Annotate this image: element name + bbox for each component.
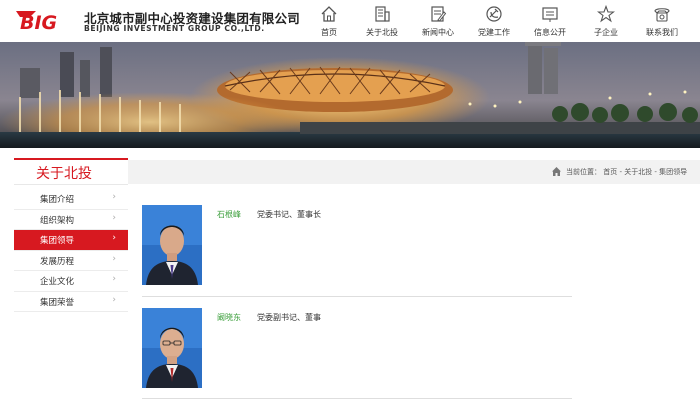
leader-card: 阚晓东 党委副书记、董事 [142, 308, 572, 401]
sidebar-item-history[interactable]: 发展历程 › [14, 251, 128, 271]
leader-name[interactable]: 阚晓东 [217, 312, 241, 323]
sidebar-menu: 集团介绍 › 组织架构 › 集团领导 › 发展历程 › 企业文化 › 集团荣誉 … [14, 189, 128, 312]
phone-icon [654, 8, 670, 22]
sidebar-accent-line [14, 158, 128, 160]
chevron-right-icon: › [112, 274, 116, 284]
breadcrumb-path[interactable]: 首页 - 关于北投 - 集团领导 [603, 168, 687, 176]
breadcrumb-text[interactable]: 当前位置： 首页 - 关于北投 - 集团领导 [566, 167, 687, 177]
leader-card: 石根峰 党委书记、董事长 [142, 205, 572, 297]
sidebar-item-label: 集团领导 [40, 236, 75, 246]
sidebar-item-culture[interactable]: 企业文化 › [14, 271, 128, 292]
nav-item-party[interactable]: 党建工作 [466, 0, 522, 42]
home-icon [552, 167, 561, 176]
nav-label: 新闻中心 [422, 28, 454, 37]
leader-title: 党委书记、董事长 [257, 210, 321, 219]
nav-label: 首页 [321, 28, 337, 37]
sidebar-divider [14, 184, 128, 185]
breadcrumb: 当前位置： 首页 - 关于北投 - 集团领导 [128, 160, 700, 184]
big-logo-icon[interactable]: BIG [16, 9, 80, 31]
nav-item-info[interactable]: 信息公开 [522, 0, 578, 42]
banner-image [0, 42, 700, 148]
sidebar-item-label: 集团荣誉 [40, 297, 75, 308]
sidebar-item-label: 发展历程 [40, 256, 75, 267]
sidebar-item-honors[interactable]: 集团荣誉 › [14, 292, 128, 312]
sidebar-item-intro[interactable]: 集团介绍 › [14, 189, 128, 210]
nav-item-home[interactable]: 首页 [304, 0, 354, 42]
nav-label: 子企业 [594, 28, 618, 37]
info-board-icon [542, 7, 558, 22]
leader-photo[interactable] [142, 308, 202, 388]
building-icon [375, 6, 390, 22]
nav-item-news[interactable]: 新闻中心 [410, 0, 466, 42]
leader-divider [142, 398, 572, 399]
sidebar-header: 关于北投 [14, 158, 128, 186]
chevron-right-icon: › [112, 212, 116, 223]
leader-divider [142, 296, 572, 297]
sidebar-item-leaders[interactable]: 集团领导 › [14, 230, 128, 251]
star-icon [597, 5, 615, 23]
leader-photo[interactable] [142, 205, 202, 285]
nav-item-contact[interactable]: 联系我们 [634, 0, 690, 42]
nav-label: 联系我们 [646, 28, 678, 37]
main-nav: 首页 关于北投 新闻中心 党建工作 信息公开 子企业 联系我们 [304, 0, 690, 42]
site-header: BIG 北京城市副中心投资建设集团有限公司 BEIJING INVESTMENT… [0, 0, 700, 42]
news-icon [431, 6, 447, 22]
chevron-right-icon: › [112, 233, 116, 243]
nav-label: 信息公开 [534, 28, 566, 37]
leader-title: 党委副书记、董事 [257, 313, 321, 322]
home-icon [321, 6, 337, 22]
nav-label: 关于北投 [366, 28, 398, 37]
chevron-right-icon: › [112, 253, 116, 264]
sidebar-item-label: 集团介绍 [40, 195, 75, 205]
chevron-right-icon: › [112, 294, 116, 305]
breadcrumb-prefix: 当前位置： [566, 168, 601, 176]
nav-label: 党建工作 [478, 28, 510, 37]
sidebar-item-structure[interactable]: 组织架构 › [14, 210, 128, 230]
leader-name[interactable]: 石根峰 [217, 209, 241, 220]
sidebar-title: 关于北投 [36, 166, 92, 182]
party-emblem-icon [486, 6, 502, 22]
sidebar-item-label: 企业文化 [40, 277, 75, 287]
nav-item-subsidiaries[interactable]: 子企业 [578, 0, 634, 42]
nav-item-about[interactable]: 关于北投 [354, 0, 410, 42]
company-name-en: BEIJING INVESTMENT GROUP CO.,LTD. [84, 24, 265, 33]
svg-text:BIG: BIG [20, 12, 57, 31]
sidebar-item-label: 组织架构 [40, 215, 75, 226]
chevron-right-icon: › [112, 192, 116, 202]
